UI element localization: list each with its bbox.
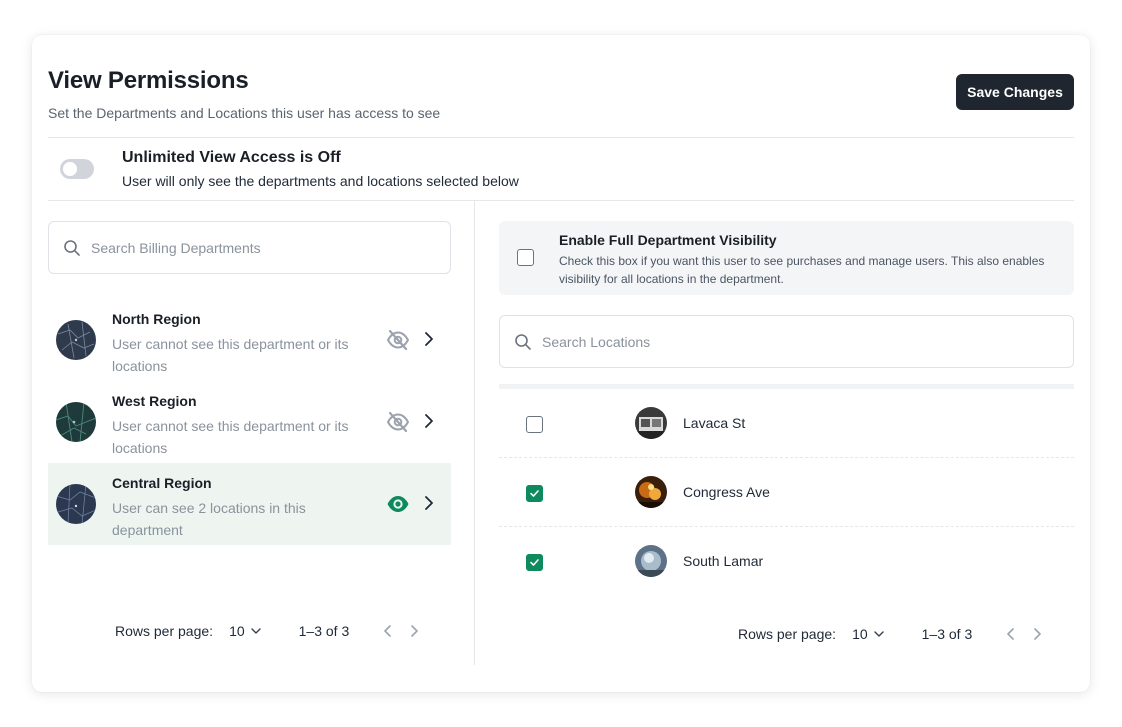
- location-row-lavaca-st[interactable]: Lavaca St: [499, 389, 1074, 458]
- pagination-range: 1–3 of 3: [298, 623, 350, 639]
- chevron-right-icon[interactable]: [423, 494, 435, 512]
- department-description: User cannot see this department or its l…: [112, 418, 349, 456]
- full-visibility-title: Enable Full Department Visibility: [559, 232, 777, 248]
- department-avatar: [56, 320, 96, 360]
- unlimited-access-toggle[interactable]: [60, 159, 94, 179]
- chevron-right-icon[interactable]: [1032, 627, 1042, 641]
- rows-per-page-select[interactable]: 10: [229, 623, 261, 639]
- chevron-right-icon[interactable]: [423, 412, 435, 430]
- location-name: Lavaca St: [683, 415, 746, 431]
- location-search[interactable]: [499, 315, 1074, 368]
- department-description: User cannot see this department or its l…: [112, 336, 349, 374]
- eye-off-icon[interactable]: [386, 411, 410, 433]
- chevron-down-icon: [873, 631, 884, 637]
- permissions-card: View Permissions Set the Departments and…: [32, 35, 1090, 692]
- page-title: View Permissions: [48, 67, 249, 94]
- location-thumbnail: [635, 545, 667, 577]
- department-search[interactable]: [48, 221, 451, 274]
- chevron-left-icon[interactable]: [1006, 627, 1016, 641]
- toggle-knob: [63, 162, 77, 176]
- unlimited-access-subtitle: User will only see the departments and l…: [122, 173, 519, 189]
- department-row-west-region[interactable]: West Region User cannot see this departm…: [48, 381, 451, 463]
- location-search-input[interactable]: [542, 333, 842, 350]
- save-changes-button[interactable]: Save Changes: [956, 74, 1074, 110]
- column-divider: [474, 201, 475, 665]
- department-pagination: Rows per page: 10 1–3 of 3: [115, 623, 419, 639]
- department-row-central-region[interactable]: Central Region User can see 2 locations …: [48, 463, 451, 545]
- location-checkbox[interactable]: [526, 554, 543, 571]
- rows-per-page-value: 10: [229, 623, 245, 639]
- department-search-input[interactable]: [91, 239, 391, 256]
- department-name: North Region: [112, 311, 201, 327]
- pagination-nav: [1006, 627, 1042, 641]
- header: View Permissions Set the Departments and…: [48, 67, 440, 121]
- department-avatar: [56, 484, 96, 524]
- rows-per-page-label: Rows per page:: [738, 626, 837, 642]
- page-subtitle: Set the Departments and Locations this u…: [48, 105, 441, 121]
- pagination-nav: [383, 624, 419, 638]
- department-description: User can see 2 locations in this departm…: [112, 500, 306, 538]
- location-name: Congress Ave: [683, 484, 770, 500]
- check-icon: [530, 559, 539, 566]
- department-row-north-region[interactable]: North Region User cannot see this depart…: [48, 299, 451, 381]
- unlimited-access-title: Unlimited View Access is Off: [122, 149, 341, 166]
- rows-per-page-select[interactable]: 10: [852, 626, 884, 642]
- location-checkbox[interactable]: [526, 416, 543, 433]
- location-name: South Lamar: [683, 553, 764, 569]
- department-name: Central Region: [112, 475, 212, 491]
- rows-per-page-value: 10: [852, 626, 868, 642]
- full-visibility-description: Check this box if you want this user to …: [559, 254, 1045, 286]
- search-icon: [64, 239, 80, 256]
- header-divider: [48, 137, 1074, 138]
- rows-per-page-label: Rows per page:: [115, 623, 214, 639]
- search-icon: [515, 333, 531, 350]
- location-thumbnail: [635, 476, 667, 508]
- eye-icon[interactable]: [386, 493, 410, 515]
- check-icon: [530, 490, 539, 497]
- department-avatar: [56, 402, 96, 442]
- location-row-south-lamar[interactable]: South Lamar: [499, 527, 1074, 596]
- department-name: West Region: [112, 393, 197, 409]
- full-department-visibility: Enable Full Department Visibility Check …: [499, 221, 1074, 295]
- chevron-right-icon[interactable]: [409, 624, 419, 638]
- location-checkbox[interactable]: [526, 485, 543, 502]
- location-row-congress-ave[interactable]: Congress Ave: [499, 458, 1074, 527]
- chevron-right-icon[interactable]: [423, 330, 435, 348]
- section-divider: [48, 200, 1074, 201]
- location-pagination: Rows per page: 10 1–3 of 3: [738, 626, 1042, 642]
- full-visibility-checkbox[interactable]: [517, 249, 534, 266]
- location-thumbnail: [635, 407, 667, 439]
- eye-off-icon[interactable]: [386, 329, 410, 351]
- pagination-range: 1–3 of 3: [921, 626, 973, 642]
- chevron-left-icon[interactable]: [383, 624, 393, 638]
- chevron-down-icon: [250, 628, 261, 634]
